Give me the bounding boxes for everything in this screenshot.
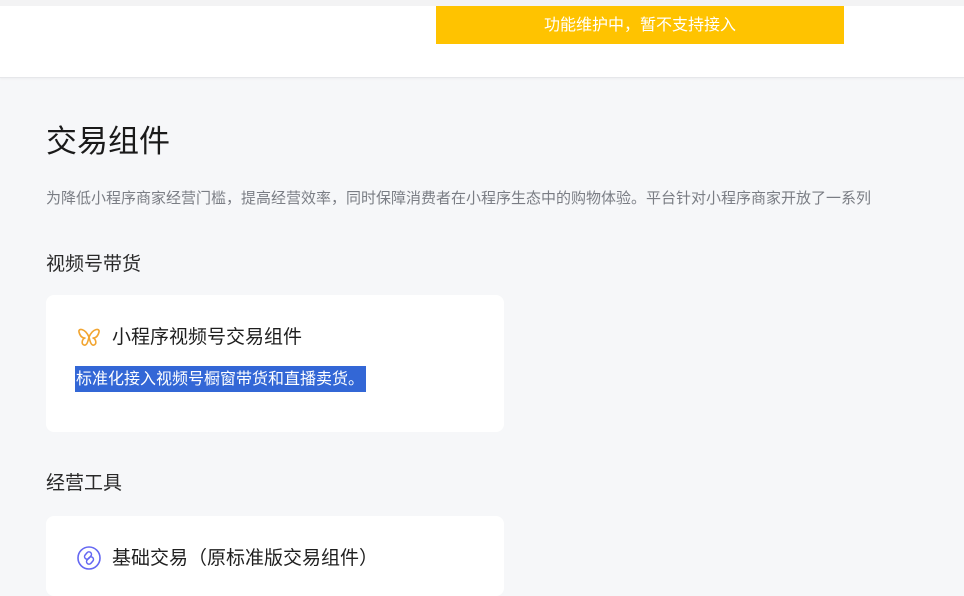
card-description-selected: 标准化接入视频号橱窗带货和直播卖货。 [75,366,367,392]
card-header: 基础交易（原标准版交易组件） [76,545,378,571]
card-header: 小程序视频号交易组件 [76,324,302,350]
top-bar: 功能维护中，暂不支持接入 [0,0,964,78]
card-title: 基础交易（原标准版交易组件） [112,547,379,569]
maintenance-notice-banner: 功能维护中，暂不支持接入 [436,6,844,44]
card-title: 小程序视频号交易组件 [112,326,303,348]
card-video-trade-component[interactable]: 小程序视频号交易组件 标准化接入视频号橱窗带货和直播卖货。 [46,295,504,432]
page-title: 交易组件 [46,124,170,160]
section-title-business-tools: 经营工具 [46,472,123,494]
link-icon [76,545,102,571]
section-title-video-commerce: 视频号带货 [46,253,142,275]
card-basic-trade[interactable]: 基础交易（原标准版交易组件） [46,516,504,596]
butterfly-icon [76,324,102,350]
page-description: 为降低小程序商家经营门槛，提高经营效率，同时保障消费者在小程序生态中的购物体验。… [46,189,872,207]
